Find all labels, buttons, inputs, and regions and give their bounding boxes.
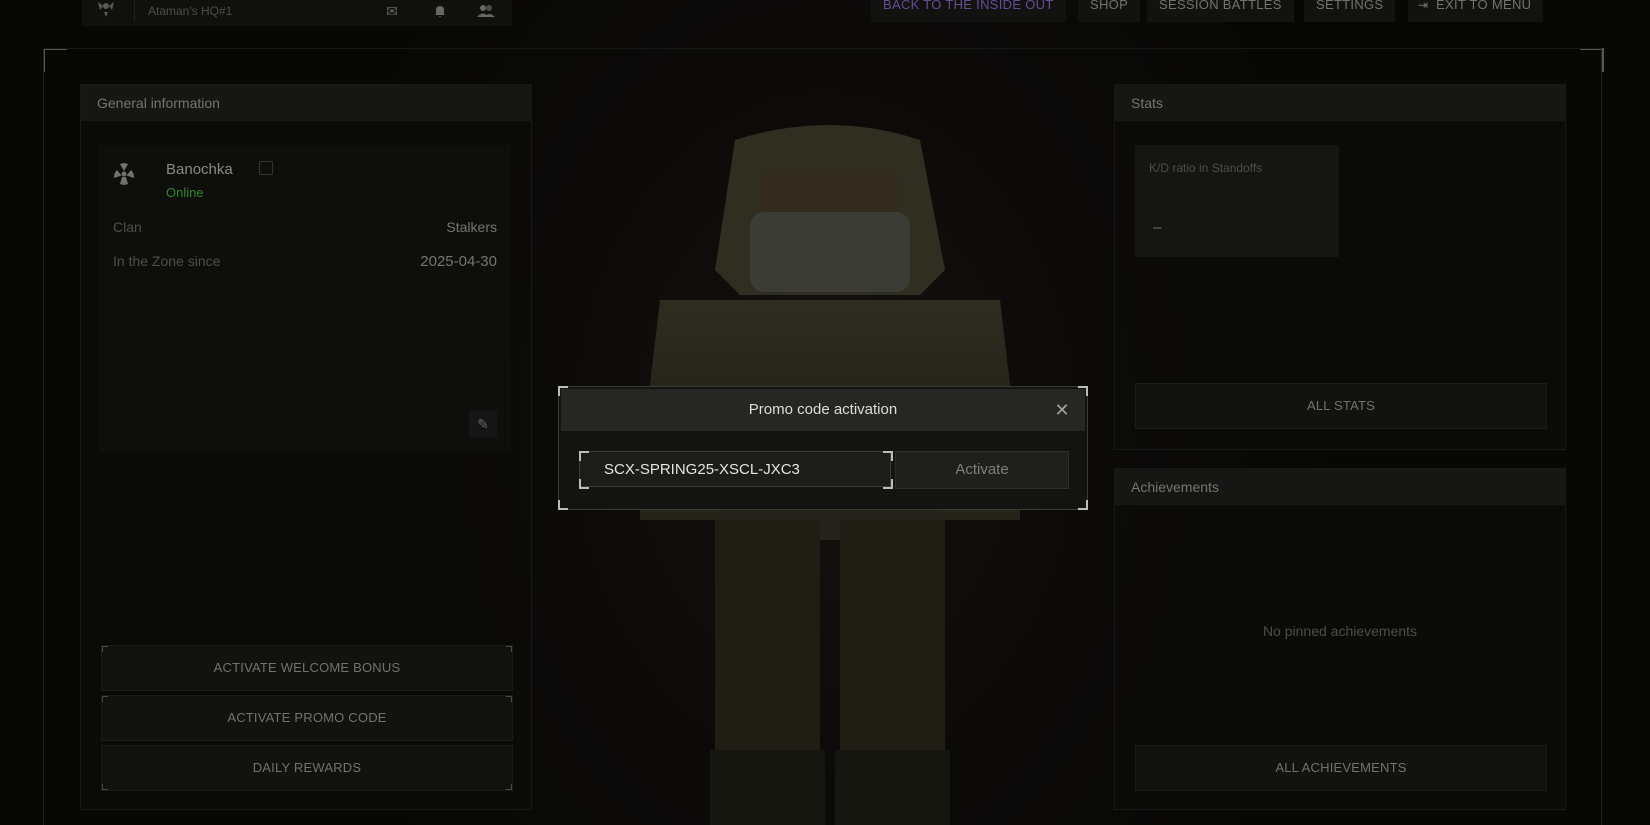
modal-corner (1078, 386, 1088, 396)
promo-code-modal: Promo code activation ✕ Activate (558, 386, 1088, 510)
input-corner (579, 451, 589, 461)
modal-title: Promo code activation (748, 401, 898, 418)
input-corner (883, 479, 893, 489)
input-corner (579, 479, 589, 489)
modal-corner (558, 500, 568, 510)
promo-code-input[interactable] (579, 451, 891, 487)
activate-button[interactable]: Activate (895, 451, 1069, 489)
modal-header: Promo code activation ✕ (561, 389, 1085, 431)
modal-corner (1078, 500, 1088, 510)
input-corner (883, 451, 893, 461)
close-icon[interactable]: ✕ (1053, 401, 1071, 419)
modal-corner (558, 386, 568, 396)
